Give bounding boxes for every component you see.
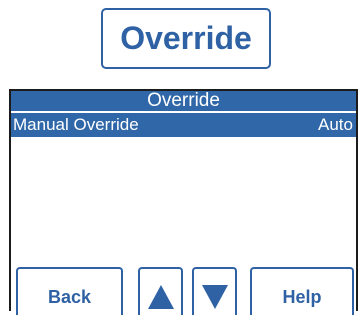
display-screen: Override Manual Override Auto Back Help [9, 89, 358, 315]
override-menu-button[interactable]: Override [101, 8, 271, 69]
screen-title: Override [147, 90, 220, 111]
help-button-label: Help [282, 286, 322, 307]
up-arrow-icon [147, 284, 175, 310]
list-item-label: Manual Override [13, 115, 139, 134]
back-button[interactable]: Back [16, 267, 123, 315]
screen-title-bar: Override [11, 91, 356, 113]
list-item-value: Auto [318, 115, 353, 134]
back-button-label: Back [47, 286, 92, 307]
down-button[interactable] [192, 267, 237, 315]
help-button[interactable]: Help [250, 267, 354, 315]
softkey-bar: Back Help [11, 267, 356, 315]
up-button[interactable] [138, 267, 183, 315]
down-arrow-icon [201, 284, 229, 310]
list-item-manual-override[interactable]: Manual Override Auto [11, 113, 356, 137]
override-menu-button-label: Override [120, 20, 252, 56]
